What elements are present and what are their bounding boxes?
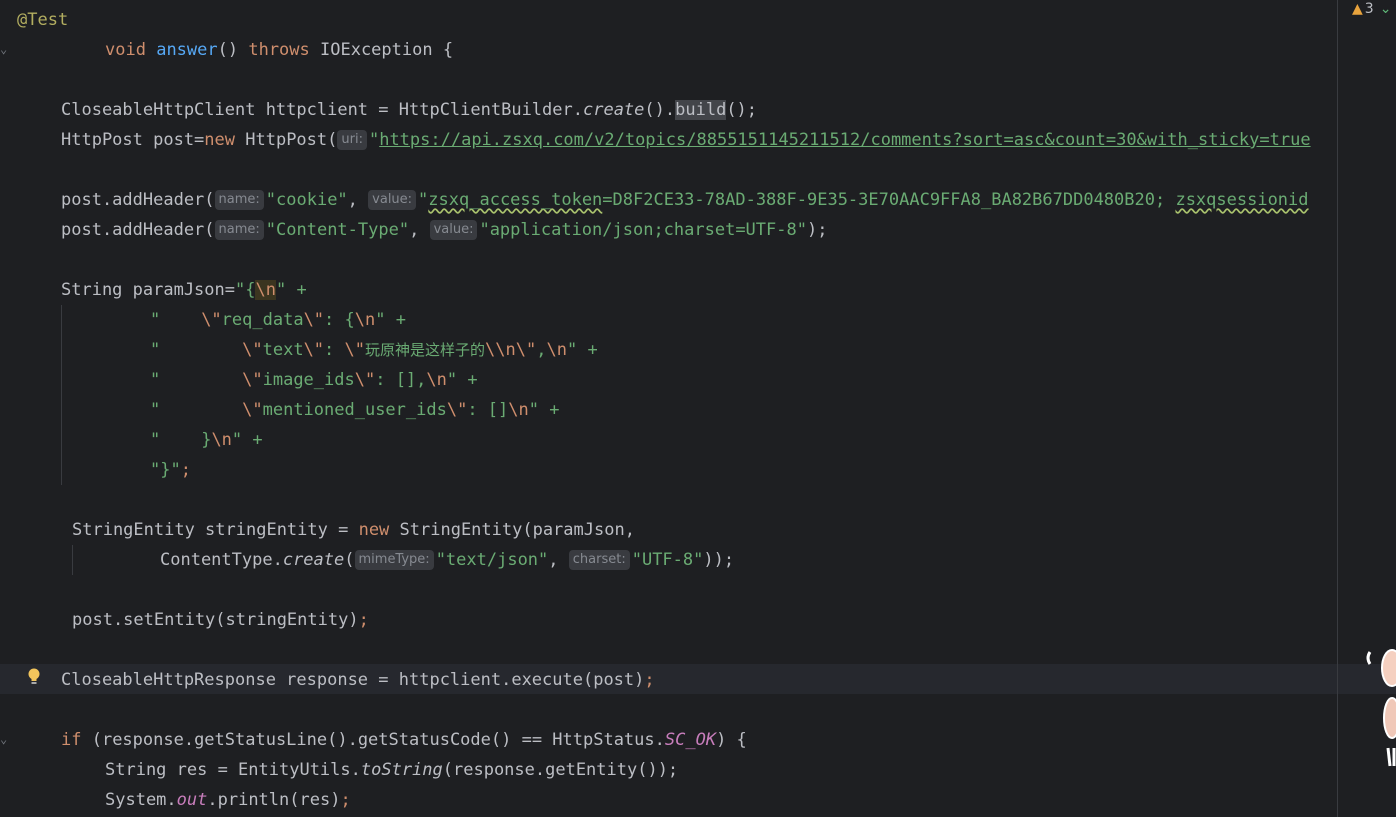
lightbulb-icon[interactable] bbox=[27, 668, 41, 686]
fold-chevron-icon[interactable]: ⌄ bbox=[0, 43, 12, 55]
code-editor[interactable]: ⌄ ⌄ ▲ 3 ⌄ @Test void answer() throws IOExc… bbox=[0, 0, 1396, 817]
fold-chevron-icon[interactable]: ⌄ bbox=[0, 733, 12, 745]
code-line: void answer() throws IOException { bbox=[105, 40, 454, 60]
param-hint: name: bbox=[214, 190, 264, 210]
code-line: post.addHeader(name: "Content-Type", valu… bbox=[61, 220, 828, 240]
param-hint: uri: bbox=[337, 130, 367, 150]
code-line: " \"mentioned_user_ids\": []\n" + bbox=[150, 400, 560, 420]
url-link[interactable]: https://api.zsxq.com/v2/topics/885515114… bbox=[379, 130, 1310, 150]
code-line: " \"text\": \"玩原神是这样子的\\n\",\n" + bbox=[150, 340, 598, 360]
right-margin-guide bbox=[1337, 0, 1338, 817]
code-line: String paramJson="{\n" + bbox=[61, 280, 307, 300]
param-hint: name: bbox=[214, 220, 264, 240]
code-line: post.addHeader(name: "cookie", value: "zsx… bbox=[61, 190, 1309, 210]
indent-guide bbox=[72, 545, 73, 575]
code-line-current: CloseableHttpResponse response = httpcli… bbox=[61, 670, 655, 690]
code-line: "}"; bbox=[150, 460, 191, 480]
code-line: @Test bbox=[17, 10, 69, 30]
param-hint: charset: bbox=[568, 550, 630, 570]
code-line: System.out.println(res); bbox=[105, 790, 351, 810]
code-line: if (response.getStatusLine().getStatusCo… bbox=[61, 730, 747, 750]
code-line: CloseableHttpClient httpclient = HttpCli… bbox=[61, 100, 758, 120]
chevron-icon: ⌄ bbox=[1379, 1, 1392, 17]
code-line: HttpPost post=new HttpPost(uri: "https://… bbox=[61, 130, 1311, 150]
warnings-indicator[interactable]: ▲ 3 ⌄ bbox=[1352, 0, 1391, 18]
code-line: StringEntity stringEntity = new StringEn… bbox=[72, 520, 635, 540]
code-line: " \"req_data\": {\n" + bbox=[150, 310, 406, 330]
param-hint: mimeType: bbox=[354, 550, 434, 570]
code-line: ContentType.create(mimeType: "text/json",… bbox=[160, 550, 735, 570]
param-hint: value: bbox=[368, 190, 417, 210]
indent-guide bbox=[61, 305, 62, 485]
code-line: " }\n" + bbox=[150, 430, 263, 450]
mascot-sticker-image bbox=[1362, 638, 1396, 778]
warning-icon: ▲ bbox=[1352, 1, 1363, 17]
code-line: String res = EntityUtils.toString(respon… bbox=[105, 760, 679, 780]
code-line: post.setEntity(stringEntity); bbox=[72, 610, 369, 630]
param-hint: value: bbox=[429, 220, 478, 240]
code-line: " \"image_ids\": [],\n" + bbox=[150, 370, 478, 390]
